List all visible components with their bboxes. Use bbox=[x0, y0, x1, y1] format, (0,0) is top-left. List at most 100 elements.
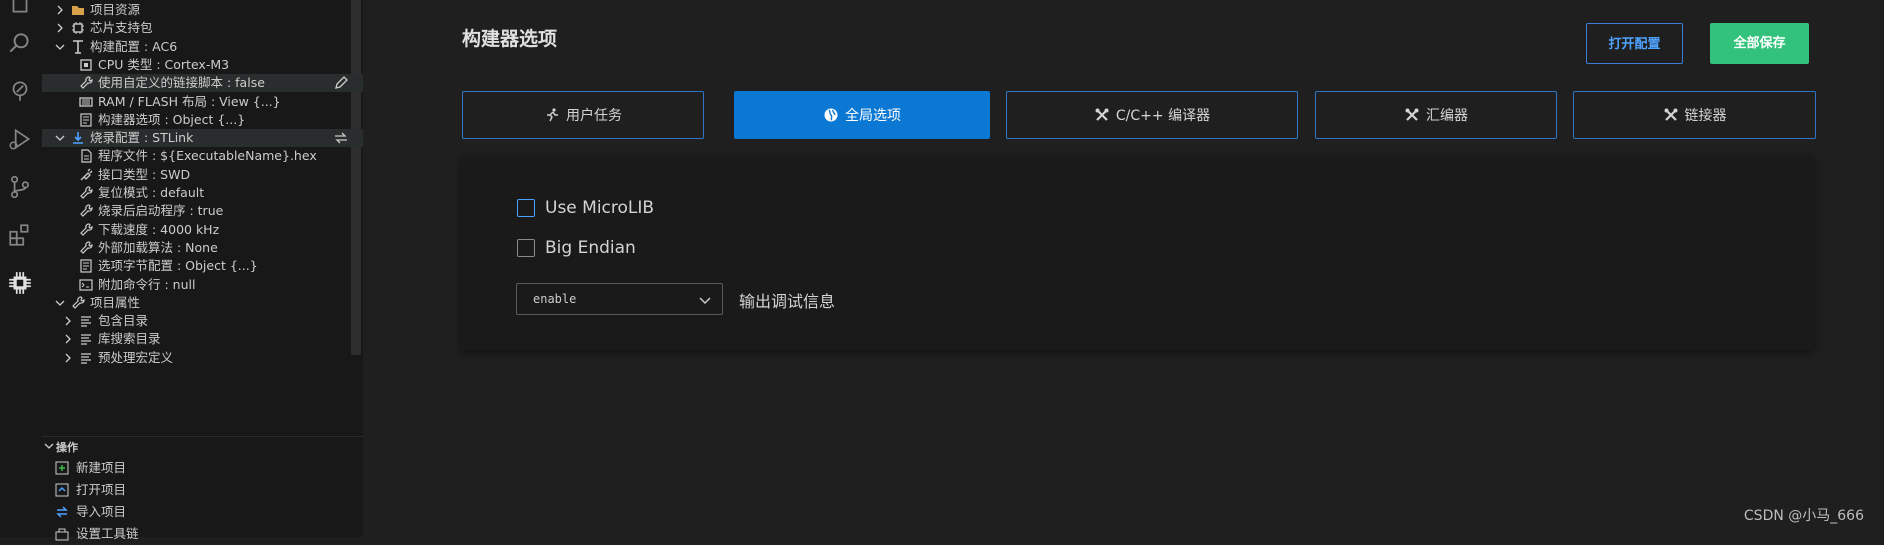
tree-item-label: RAM / FLASH 布局 : View {...} bbox=[98, 93, 281, 109]
wrench-icon bbox=[80, 204, 93, 218]
chevron-down-icon[interactable] bbox=[54, 41, 66, 53]
tree-item[interactable]: 选项字节配置 : Object {...} bbox=[42, 257, 363, 275]
tree-item[interactable]: 烧录后启动程序 : true bbox=[42, 202, 363, 220]
tree-item[interactable]: 包含目录 bbox=[42, 312, 363, 330]
tree-item[interactable]: CPU 类型 : Cortex-M3 bbox=[42, 56, 363, 74]
tree-item[interactable]: 芯片支持包 bbox=[42, 19, 363, 37]
file-icon bbox=[81, 149, 92, 163]
debug-info-select[interactable]: enable bbox=[516, 283, 723, 315]
list-icon bbox=[81, 353, 91, 364]
tree-item-label: 使用自定义的链接脚本 : false bbox=[98, 75, 265, 91]
tree-item-label: 程序文件 : ${ExecutableName}.hex bbox=[98, 148, 317, 164]
tree-item-label: 接口类型 : SWD bbox=[98, 166, 191, 182]
wrench-icon bbox=[80, 241, 93, 254]
new-project-icon bbox=[55, 461, 69, 475]
new-project-label: 新建项目 bbox=[76, 460, 127, 475]
tree-item[interactable]: 项目属性 bbox=[42, 294, 363, 312]
page-title: 构建器选项 bbox=[462, 28, 558, 50]
tree-item[interactable]: 构建器选项 : Object {...} bbox=[42, 111, 363, 129]
chevron-down-icon[interactable] bbox=[54, 132, 66, 144]
settings-file-icon bbox=[80, 113, 92, 127]
tree-item-label: 包含目录 bbox=[98, 313, 149, 329]
tab-label: C/C++ 编译器 bbox=[1115, 108, 1211, 124]
chevron-down-icon bbox=[699, 297, 711, 305]
use-microlib-checkbox[interactable] bbox=[517, 199, 535, 217]
tree-item-label: 选项字节配置 : Object {...} bbox=[98, 258, 258, 274]
cpu-icon bbox=[80, 59, 92, 71]
run-debug-icon[interactable] bbox=[7, 126, 33, 152]
chevron-right-icon[interactable] bbox=[54, 22, 66, 34]
tools-icon bbox=[1664, 108, 1677, 121]
save-all-button[interactable]: 全部保存 bbox=[1710, 23, 1809, 64]
globe-icon bbox=[824, 108, 838, 122]
tree-item[interactable]: 预处理宏定义 bbox=[42, 349, 363, 367]
chevron-down-icon[interactable] bbox=[54, 297, 66, 309]
tree-item-label: 烧录配置 : STLink bbox=[90, 130, 194, 146]
tab-user-tasks[interactable]: 用户任务 bbox=[462, 91, 704, 139]
use-microlib-label: Use MicroLIB bbox=[545, 198, 655, 218]
use-microlib-option[interactable]: Use MicroLIB bbox=[517, 197, 654, 219]
tree-item[interactable]: RAM / FLASH 布局 : View {...} bbox=[42, 93, 363, 111]
chevron-right-icon[interactable] bbox=[62, 333, 74, 345]
search-icon[interactable] bbox=[7, 30, 33, 56]
open-config-button[interactable]: 打开配置 bbox=[1586, 23, 1683, 64]
build-config-icon bbox=[73, 39, 83, 54]
settings-file-icon bbox=[80, 259, 92, 273]
debug-info-label: 输出调试信息 bbox=[739, 292, 836, 311]
chevron-right-icon[interactable] bbox=[62, 352, 74, 364]
tree-item-label: 构建配置 : AC6 bbox=[90, 38, 178, 54]
tree-item-label: 库搜索目录 bbox=[98, 331, 161, 347]
tree-item-label: 附加命令行 : null bbox=[98, 276, 196, 292]
tree-item-label: 芯片支持包 bbox=[90, 20, 153, 36]
tab-label: 全局选项 bbox=[845, 108, 901, 124]
switch-icon[interactable] bbox=[333, 130, 349, 146]
toolchain-icon bbox=[55, 528, 69, 541]
chevron-right-icon[interactable] bbox=[54, 4, 66, 16]
tree-item-label: 复位模式 : default bbox=[98, 185, 205, 200]
explorer-icon[interactable] bbox=[7, 0, 33, 16]
tab-linker[interactable]: 链接器 bbox=[1573, 91, 1816, 139]
project-resource-icon bbox=[72, 6, 84, 15]
chevron-right-icon[interactable] bbox=[62, 315, 74, 327]
chip-icon[interactable] bbox=[7, 270, 33, 296]
source-control-icon[interactable] bbox=[7, 174, 33, 200]
tools-icon bbox=[1095, 108, 1109, 121]
big-endian-checkbox[interactable] bbox=[517, 239, 535, 257]
tab-label: 汇编器 bbox=[1426, 108, 1468, 124]
terminal-icon bbox=[79, 278, 93, 291]
tree-item[interactable]: 烧录配置 : STLink bbox=[42, 129, 363, 148]
extensions-icon[interactable] bbox=[7, 222, 33, 248]
tree-item[interactable]: 复位模式 : default bbox=[42, 184, 363, 202]
chevron-down-icon[interactable] bbox=[44, 441, 54, 451]
tree-item-label: 下载速度 : 4000 kHz bbox=[98, 221, 220, 237]
watermark: CSDN @小马_666 bbox=[1743, 508, 1864, 524]
run-icon bbox=[547, 108, 558, 122]
builder-options-editor: 构建器选项 打开配置 全部保存 用户任务 全局选项 C/C++ 编译器 汇编器 … bbox=[363, 0, 1884, 537]
tab-cc-compiler[interactable]: C/C++ 编译器 bbox=[1006, 91, 1298, 139]
tree-item[interactable]: 程序文件 : ${ExecutableName}.hex bbox=[42, 147, 363, 165]
activity-bar bbox=[0, 0, 42, 537]
tree-item[interactable]: 项目资源 bbox=[42, 1, 363, 19]
list-icon bbox=[81, 316, 91, 327]
big-endian-option[interactable]: Big Endian bbox=[517, 237, 636, 259]
source-tree-icon[interactable] bbox=[7, 78, 33, 104]
download-icon bbox=[73, 132, 83, 144]
import-project-icon bbox=[56, 506, 68, 518]
tree-item[interactable]: 使用自定义的链接脚本 : false bbox=[42, 74, 363, 93]
global-options-panel: Use MicroLIB Big Endian enable 输出调试信息 bbox=[462, 156, 1813, 350]
tree-item[interactable]: 外部加载算法 : None bbox=[42, 239, 363, 257]
tab-label: 用户任务 bbox=[566, 108, 622, 124]
tree-item[interactable]: 下载速度 : 4000 kHz bbox=[42, 221, 363, 239]
tab-assembler[interactable]: 汇编器 bbox=[1315, 91, 1557, 139]
tree-item-label: 预处理宏定义 bbox=[98, 349, 174, 365]
tree-item[interactable]: 库搜索目录 bbox=[42, 330, 363, 348]
tree-item[interactable]: 附加命令行 : null bbox=[42, 276, 363, 294]
open-project-icon bbox=[55, 483, 69, 497]
tree-item[interactable]: 构建配置 : AC6 bbox=[42, 38, 363, 56]
tab-global-options[interactable]: 全局选项 bbox=[734, 91, 990, 139]
operations-section: 操作 新建项目 打开项目 导入项目 设置工具链 bbox=[42, 436, 363, 541]
edit-icon[interactable] bbox=[333, 75, 349, 91]
tree-item-label: 外部加载算法 : None bbox=[98, 239, 218, 255]
tree-item[interactable]: 接口类型 : SWD bbox=[42, 166, 363, 184]
open-project-label: 打开项目 bbox=[76, 482, 127, 497]
